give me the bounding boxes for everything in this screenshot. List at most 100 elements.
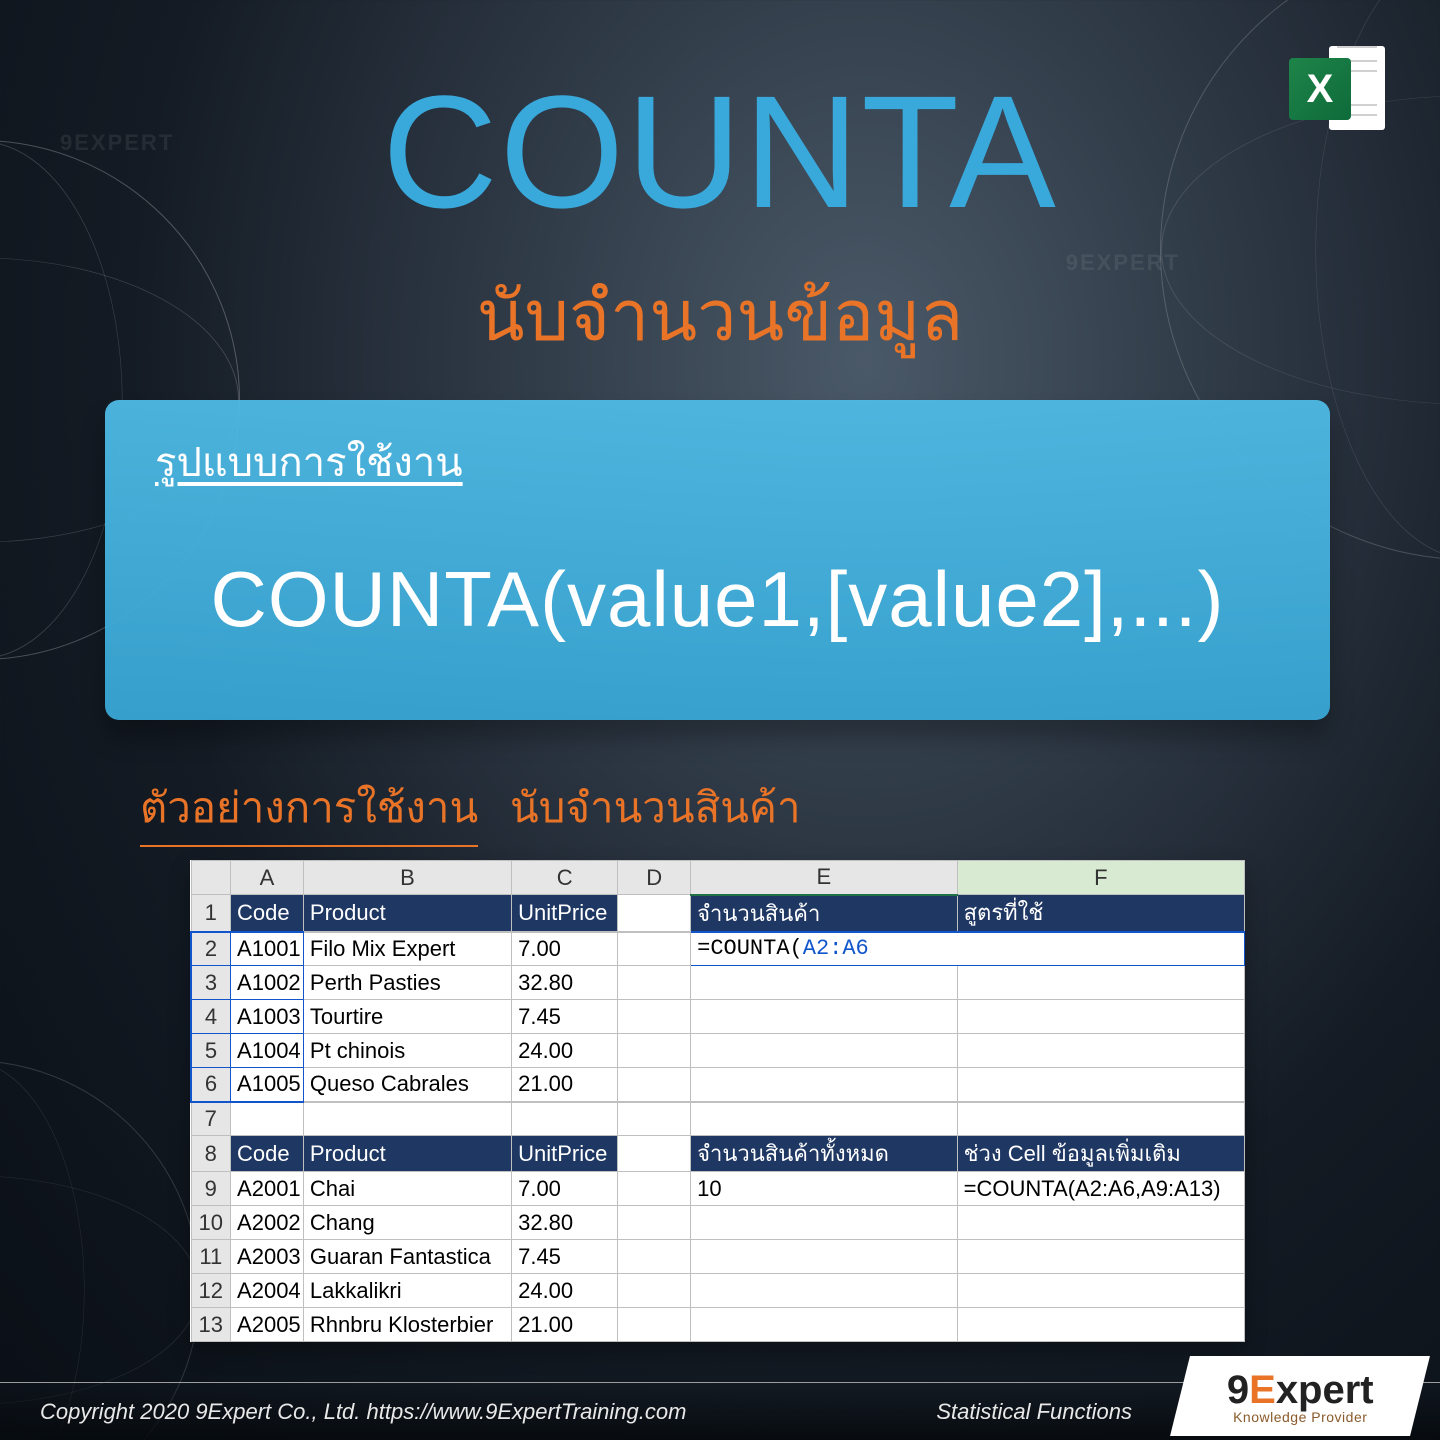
cell[interactable]: Guaran Fantastica [303,1240,511,1274]
col-D[interactable]: D [618,861,691,895]
cell[interactable] [303,1102,511,1136]
cell[interactable] [618,895,691,932]
cell[interactable]: 21.00 [512,1068,618,1102]
cell[interactable]: A2001 [231,1172,304,1206]
row-header[interactable]: 6 [191,1068,231,1102]
cell[interactable] [957,966,1244,1000]
cell[interactable]: ช่วง Cell ข้อมูลเพิ่มเติม [957,1136,1244,1172]
cell[interactable] [691,1206,957,1240]
cell[interactable]: Chang [303,1206,511,1240]
cell[interactable]: Product [303,1136,511,1172]
cell[interactable] [957,1240,1244,1274]
cell[interactable] [618,1206,691,1240]
footer-left: Copyright 2020 9Expert Co., Ltd. https:/… [40,1399,686,1425]
cell[interactable] [957,1308,1244,1342]
formula-cell[interactable]: =COUNTA(A2:A6,A9:A13) [957,1172,1244,1206]
row-header[interactable]: 4 [191,1000,231,1034]
cell[interactable]: UnitPrice [512,895,618,932]
cell[interactable] [957,1274,1244,1308]
cell[interactable]: A1003 [231,1000,304,1034]
cell[interactable]: 24.00 [512,1274,618,1308]
cell[interactable]: Lakkalikri [303,1274,511,1308]
row-header[interactable]: 5 [191,1034,231,1068]
cell[interactable]: Filo Mix Expert [303,932,511,966]
cell[interactable] [957,1102,1244,1136]
row-header[interactable]: 11 [191,1240,231,1274]
cell[interactable] [957,1034,1244,1068]
cell[interactable]: 32.80 [512,966,618,1000]
cell[interactable] [957,1068,1244,1102]
col-B[interactable]: B [303,861,511,895]
col-F[interactable]: F [957,861,1244,895]
cell[interactable] [618,1308,691,1342]
cell[interactable]: A1001 [231,932,304,966]
col-E[interactable]: E [691,861,957,895]
cell[interactable]: 7.00 [512,1172,618,1206]
cell[interactable]: 24.00 [512,1034,618,1068]
cell[interactable]: Code [231,1136,304,1172]
cell[interactable]: 7.45 [512,1000,618,1034]
row-header[interactable]: 9 [191,1172,231,1206]
cell[interactable]: A1005 [231,1068,304,1102]
cell[interactable] [691,1034,957,1068]
row-1[interactable]: 1 [191,895,231,932]
cell[interactable] [618,1136,691,1172]
cell[interactable] [691,1068,957,1102]
cell[interactable]: UnitPrice [512,1136,618,1172]
cell[interactable]: Product [303,895,511,932]
cell[interactable] [618,1068,691,1102]
col-C[interactable]: C [512,861,618,895]
cell[interactable]: A2004 [231,1274,304,1308]
cell[interactable]: 7.00 [512,932,618,966]
table-row: 5 A1004 Pt chinois 24.00 [191,1034,1245,1068]
table-row: 7 [191,1102,1245,1136]
cell[interactable]: A2005 [231,1308,304,1342]
col-A[interactable]: A [231,861,304,895]
row-header[interactable]: 12 [191,1274,231,1308]
cell[interactable]: Code [231,895,304,932]
cell[interactable]: Queso Cabrales [303,1068,511,1102]
cell[interactable]: 21.00 [512,1308,618,1342]
cell[interactable] [691,1000,957,1034]
cell[interactable] [957,1206,1244,1240]
cell[interactable] [957,1000,1244,1034]
cell[interactable]: A1002 [231,966,304,1000]
cell[interactable] [691,1308,957,1342]
row-header[interactable]: 10 [191,1206,231,1240]
cell[interactable] [618,1102,691,1136]
cell[interactable] [231,1102,304,1136]
formula-editing-cell[interactable]: =COUNTA(A2:A6 COUNTA(value1, [value2], .… [691,932,1245,966]
cell[interactable] [618,1172,691,1206]
cell[interactable] [618,1240,691,1274]
cell[interactable]: จำนวนสินค้า [691,895,957,932]
cell[interactable] [618,1034,691,1068]
cell[interactable] [618,932,691,966]
cell[interactable]: 7.45 [512,1240,618,1274]
cell[interactable] [618,966,691,1000]
cell[interactable] [618,1274,691,1308]
cell[interactable] [691,1274,957,1308]
cell[interactable]: Pt chinois [303,1034,511,1068]
row-header[interactable]: 2 [191,932,231,966]
cell[interactable] [512,1102,618,1136]
cell[interactable]: A2003 [231,1240,304,1274]
result-cell[interactable]: 10 [691,1172,957,1206]
cell[interactable]: A1004 [231,1034,304,1068]
row-header[interactable]: 3 [191,966,231,1000]
cell[interactable]: จำนวนสินค้าทั้งหมด [691,1136,957,1172]
row-header[interactable]: 13 [191,1308,231,1342]
cell[interactable] [618,1000,691,1034]
cell[interactable] [691,1240,957,1274]
row-header[interactable]: 7 [191,1102,231,1136]
cell[interactable]: 32.80 [512,1206,618,1240]
page-title: COUNTA [0,60,1440,244]
cell[interactable]: A2002 [231,1206,304,1240]
cell[interactable]: Chai [303,1172,511,1206]
cell[interactable]: Tourtire [303,1000,511,1034]
cell[interactable] [691,966,957,1000]
cell[interactable] [691,1102,957,1136]
cell[interactable]: สูตรที่ใช้ [957,895,1244,932]
cell[interactable]: Rhnbru Klosterbier [303,1308,511,1342]
row-header[interactable]: 8 [191,1136,231,1172]
cell[interactable]: Perth Pasties [303,966,511,1000]
